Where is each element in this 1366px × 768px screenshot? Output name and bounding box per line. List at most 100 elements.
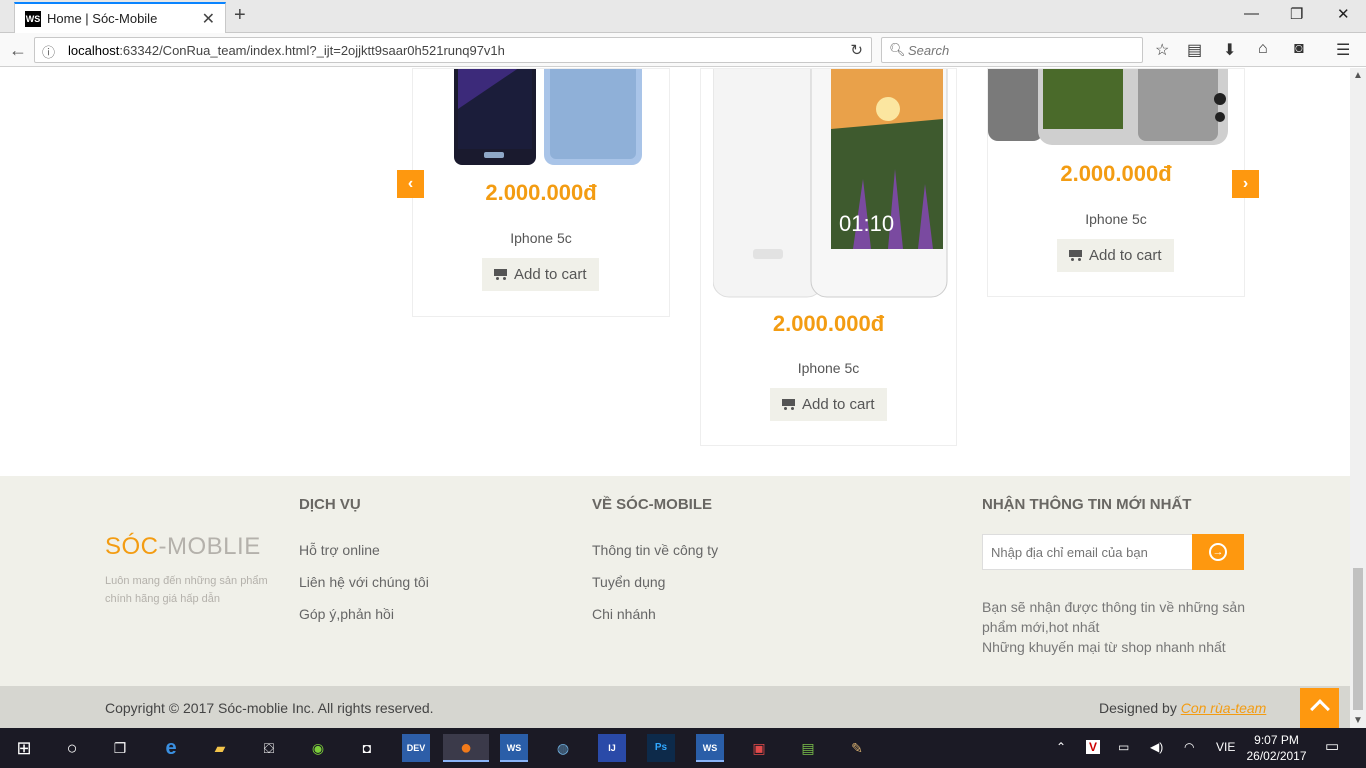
webstorm-icon[interactable]: WS — [500, 734, 528, 762]
tab-bar: WS Home | Sóc-Mobile ✕ + — ❐ ✕ — [0, 0, 1366, 33]
subscribe-button[interactable]: → — [1192, 534, 1244, 570]
footer-link-feedback[interactable]: Góp ý,phản hồi — [299, 606, 394, 622]
reading-list-icon[interactable]: ▤ — [1187, 40, 1202, 60]
designer-link[interactable]: Con rùa-team — [1181, 700, 1267, 716]
address-bar[interactable]: ⓘ localhost:63342/ConRua_team/index.html… — [34, 37, 872, 63]
action-center-icon[interactable]: ▭ — [1325, 737, 1339, 755]
footer-link-company-info[interactable]: Thông tin về công ty — [592, 542, 718, 558]
input-language[interactable]: VIE — [1216, 740, 1235, 754]
task-view-icon[interactable]: ❐ — [106, 734, 134, 762]
designed-by-label: Designed by — [1099, 700, 1181, 716]
footer-slogan: Luôn mang đến những sản phẩm chính hãng … — [105, 575, 268, 605]
product-image[interactable] — [988, 69, 1238, 149]
product-card: 2.000.000đ Iphone 5c Add to cart — [412, 68, 670, 317]
search-placeholder: Search — [908, 43, 950, 58]
file-explorer-icon[interactable]: ▰ — [206, 734, 234, 762]
product-name[interactable]: Iphone 5c — [413, 230, 669, 246]
app-blue-icon[interactable]: ◍ — [549, 734, 577, 762]
cart-icon — [1069, 249, 1083, 261]
back-arrow-icon[interactable]: ← — [9, 40, 27, 61]
newsletter-info: Bạn sẽ nhận được thông tin về những sản … — [982, 597, 1252, 657]
product-name[interactable]: Iphone 5c — [988, 211, 1244, 227]
scroll-up-icon[interactable]: ▲ — [1353, 70, 1363, 81]
notepad-plus-icon[interactable]: ▤ — [794, 734, 822, 762]
designed-by: Designed by Con rùa-team — [1099, 700, 1266, 716]
services-heading: DỊCH VỤ — [299, 496, 361, 513]
about-heading: VỀ SÓC-MOBILE — [592, 496, 713, 513]
newsletter-heading: NHẬN THÔNG TIN MỚI NHẤT — [982, 496, 1192, 513]
clock-time: 9:07 PM — [1254, 733, 1299, 747]
devc-icon[interactable]: DEV — [402, 734, 430, 762]
scrollbar-thumb[interactable] — [1353, 568, 1363, 710]
info-icon[interactable]: ⓘ — [42, 42, 55, 61]
email-field[interactable] — [982, 534, 1193, 570]
search-icon: 🔍︎ — [889, 42, 906, 57]
chevron-left-icon: ‹ — [407, 175, 414, 192]
windows-start-icon[interactable]: ⊞ — [10, 734, 38, 762]
cortana-icon[interactable]: ○ — [58, 734, 86, 762]
footer-link-support[interactable]: Hỗ trợ online — [299, 542, 380, 558]
store-icon[interactable]: ⛋ — [255, 734, 283, 762]
scroll-to-top-button[interactable] — [1300, 688, 1339, 728]
url-text: localhost:63342/ConRua_team/index.html?_… — [68, 43, 505, 58]
minimize-icon[interactable]: — — [1244, 5, 1259, 22]
bookmark-star-icon[interactable]: ☆ — [1155, 40, 1169, 60]
tab-title: Home | Sóc-Mobile — [47, 11, 158, 26]
app-red-icon[interactable]: ▣ — [745, 734, 773, 762]
edge-icon[interactable]: e — [157, 734, 185, 762]
product-image[interactable]: 01:10 — [713, 69, 948, 299]
webstorm-icon-2[interactable]: WS — [696, 734, 724, 762]
close-tab-icon[interactable]: ✕ — [202, 9, 215, 29]
wifi-icon[interactable]: ◠ — [1184, 740, 1194, 754]
new-tab-button[interactable]: + — [234, 4, 246, 27]
add-to-cart-button[interactable]: Add to cart — [1057, 239, 1174, 272]
footer-link-careers[interactable]: Tuyển dụng — [592, 574, 665, 590]
newsletter-info-line: Bạn sẽ nhận được thông tin về những sản … — [982, 599, 1245, 635]
add-to-cart-button[interactable]: Add to cart — [770, 388, 887, 421]
footer: SÓC-MOBLIE Luôn mang đến những sản phẩm … — [0, 476, 1350, 686]
navigation-toolbar: ← ⓘ localhost:63342/ConRua_team/index.ht… — [0, 33, 1366, 67]
product-price: 2.000.000đ — [772, 311, 885, 336]
svg-text:01:10: 01:10 — [839, 211, 894, 236]
search-box[interactable]: 🔍︎ Search — [881, 37, 1143, 63]
volume-icon[interactable]: ◀) — [1150, 740, 1163, 754]
cart-icon — [494, 268, 508, 280]
paint-icon[interactable]: ✎ — [843, 734, 871, 762]
close-window-icon[interactable]: ✕ — [1337, 5, 1350, 23]
tab-home[interactable]: WS Home | Sóc-Mobile ✕ — [14, 2, 226, 33]
copyright-text: Copyright © 2017 Sóc-moblie Inc. All rig… — [105, 700, 434, 716]
product-price: 2.000.000đ — [485, 180, 597, 205]
restore-icon[interactable]: ❐ — [1290, 5, 1303, 23]
add-to-cart-button[interactable]: Add to cart — [482, 258, 599, 291]
app-green-icon[interactable]: ◉ — [304, 734, 332, 762]
scroll-down-icon[interactable]: ▼ — [1353, 715, 1363, 726]
footer-bottom-bar: Copyright © 2017 Sóc-moblie Inc. All rig… — [0, 686, 1350, 728]
photoshop-icon[interactable]: Ps — [647, 734, 675, 762]
battery-icon[interactable]: ▭ — [1118, 740, 1129, 754]
hamburger-menu-icon[interactable]: ☰ — [1336, 40, 1350, 60]
chevron-up-icon — [1310, 699, 1330, 719]
carousel-prev-button[interactable]: ‹ — [397, 170, 424, 198]
product-name[interactable]: Iphone 5c — [701, 360, 956, 376]
newsletter-info-line: Những khuyến mại từ shop nhanh nhất — [982, 639, 1226, 655]
download-icon[interactable]: ⬇ — [1223, 40, 1236, 60]
vietkey-icon[interactable]: V — [1086, 740, 1101, 754]
camera-app-icon[interactable]: ◘ — [353, 734, 381, 762]
windows-taskbar: ⊞ ○ ❐ e ▰ ⛋ ◉ ◘ DEV ● WS ◍ IJ Ps WS ▣ ▤ … — [0, 728, 1366, 768]
home-icon[interactable]: ⌂ — [1258, 40, 1268, 58]
clock[interactable]: 9:07 PM 26/02/2017 — [1244, 732, 1309, 764]
footer-link-branches[interactable]: Chi nhánh — [592, 606, 656, 622]
vertical-scrollbar[interactable]: ▲ ▼ — [1350, 68, 1366, 728]
clock-date: 26/02/2017 — [1246, 749, 1307, 763]
tray-expand-icon[interactable]: ⌃ — [1056, 740, 1066, 754]
add-to-cart-label: Add to cart — [1089, 247, 1162, 264]
product-card: 2.000.000đ Iphone 5c Add to cart — [987, 68, 1245, 297]
intellij-icon[interactable]: IJ — [598, 734, 626, 762]
pocket-icon[interactable]: ◙ — [1294, 40, 1304, 58]
carousel-next-button[interactable]: › — [1232, 170, 1259, 198]
product-card: 01:10 2.000.000đ Iphone 5c Add to cart — [700, 68, 957, 446]
firefox-icon[interactable]: ● — [443, 734, 489, 762]
reload-icon[interactable]: ↻ — [850, 41, 863, 59]
product-image[interactable] — [454, 69, 644, 169]
footer-link-contact[interactable]: Liên hệ với chúng tôi — [299, 574, 429, 590]
